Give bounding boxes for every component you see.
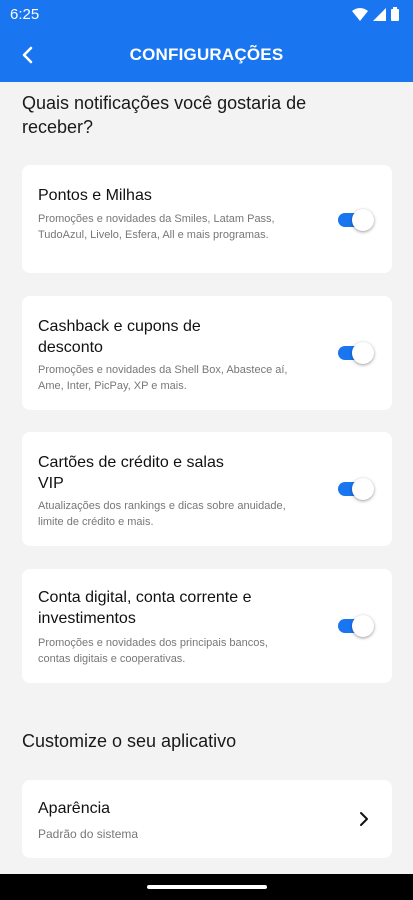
appearance-title: Aparência <box>38 800 111 817</box>
notification-toggle-cashback[interactable] <box>338 342 374 364</box>
status-icons <box>352 7 399 21</box>
status-time: 6:25 <box>10 5 40 23</box>
notification-card-pontos: Pontos e Milhas Promoções e novidades da… <box>22 165 392 273</box>
toggle-thumb <box>352 209 374 231</box>
notification-toggle-cartoes[interactable] <box>338 478 374 500</box>
notification-toggle-conta-digital[interactable] <box>338 615 374 637</box>
notification-title: Cashback e cupons de desconto <box>38 318 201 356</box>
notifications-heading: Quais notificações você gostaria de rece… <box>22 93 307 137</box>
notification-card-conta-digital: Conta digital, conta corrente e investim… <box>22 569 392 683</box>
notification-card-cartoes: Cartões de crédito e salas VIP Atualizaç… <box>22 432 392 546</box>
battery-icon <box>391 7 399 21</box>
notification-description: Atualizações dos rankings e dicas sobre … <box>38 500 286 528</box>
home-indicator[interactable] <box>146 885 267 889</box>
system-nav-bar <box>0 874 413 900</box>
customize-heading: Customize o seu aplicativo <box>22 731 237 751</box>
toggle-thumb <box>352 478 374 500</box>
notification-card-cashback: Cashback e cupons de desconto Promoções … <box>22 296 392 410</box>
wifi-icon <box>352 7 368 21</box>
back-arrow-icon <box>22 46 33 64</box>
notification-description: Promoções e novidades da Smiles, Latam P… <box>38 213 275 241</box>
app-bar: CONFIGURAÇÕES <box>0 28 413 82</box>
notification-title: Cartões de crédito e salas VIP <box>38 454 224 492</box>
status-bar: 6:25 <box>0 0 413 28</box>
page-title: CONFIGURAÇÕES <box>129 45 284 64</box>
signal-icon <box>373 7 386 21</box>
notification-description: Promoções e novidades dos principais ban… <box>38 637 268 665</box>
notification-toggle-pontos[interactable] <box>338 209 374 231</box>
appearance-setting[interactable]: Aparência Padrão do sistema <box>22 780 392 858</box>
toggle-thumb <box>352 615 374 637</box>
chevron-right-icon <box>356 809 372 829</box>
toggle-thumb <box>352 342 374 364</box>
notification-title: Pontos e Milhas <box>38 187 152 204</box>
appearance-value: Padrão do sistema <box>38 827 139 841</box>
back-button[interactable] <box>12 40 42 70</box>
notification-title: Conta digital, conta corrente e investim… <box>38 589 252 627</box>
notification-description: Promoções e novidades da Shell Box, Abas… <box>38 364 288 392</box>
